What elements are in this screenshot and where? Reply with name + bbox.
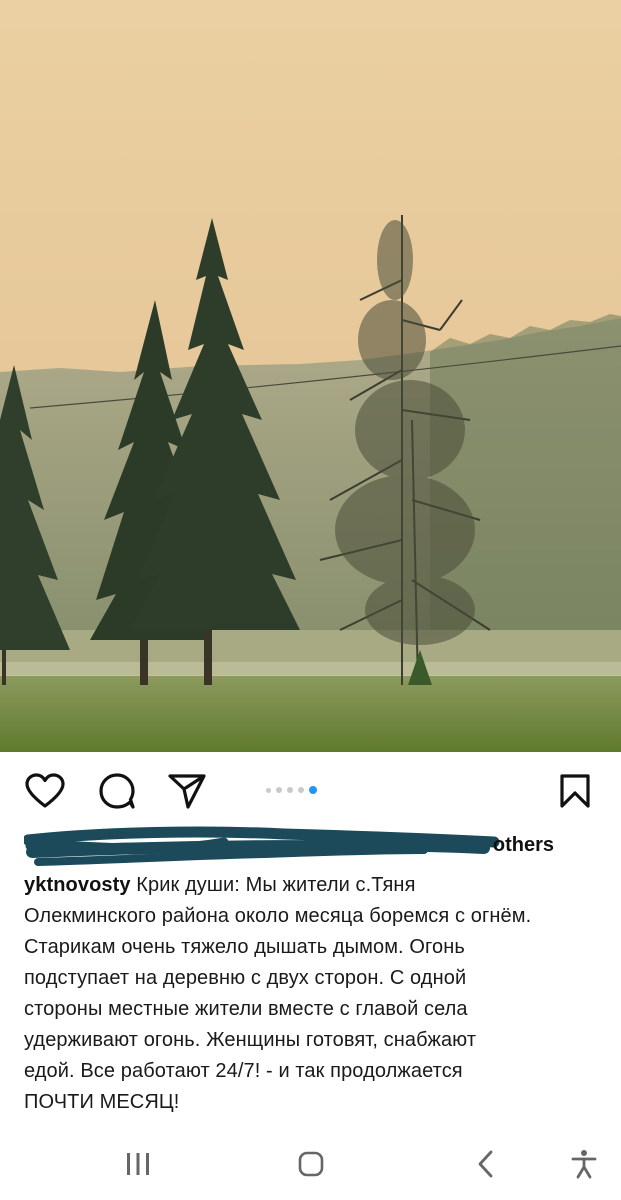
redaction-scribble	[24, 826, 500, 866]
caption-line: едой. Все работают 24/7! - и так продолж…	[24, 1060, 463, 1082]
carousel-indicator	[266, 785, 317, 795]
bookmark-icon[interactable]	[554, 770, 596, 812]
caption-line: yktnovosty Крик души: Мы жители с.Тяня	[24, 870, 608, 901]
comment-bubble-icon[interactable]	[96, 770, 138, 812]
post-action-bar	[0, 760, 621, 818]
carousel-dot	[298, 787, 304, 793]
caption-line: стороны местные жители вместе с главой с…	[24, 998, 468, 1020]
caption-username[interactable]: yktnovosty	[24, 874, 131, 896]
likes-others-label: others	[492, 834, 554, 856]
recent-apps-icon[interactable]	[118, 1144, 158, 1184]
caption-line: Старикам очень тяжело дышать дымом. Огон…	[24, 936, 465, 958]
accessibility-icon[interactable]	[564, 1144, 604, 1184]
carousel-dot-active	[309, 786, 317, 794]
system-navigation-bar	[0, 1128, 621, 1200]
carousel-dot	[276, 787, 282, 793]
caption-text: Крик души: Мы жители с.Тяня	[136, 874, 416, 896]
home-icon[interactable]	[291, 1144, 331, 1184]
caption-line: подступает на деревню с двух сторон. С о…	[24, 967, 467, 989]
post-photo[interactable]	[0, 0, 621, 752]
caption-line: Олекминского района около месяца боремся…	[24, 905, 532, 927]
carousel-dot	[266, 787, 271, 793]
carousel-dot	[287, 787, 293, 793]
heart-icon[interactable]	[24, 770, 66, 812]
post-caption: yktnovosty Крик души: Мы жители с.Тяня О…	[24, 870, 608, 1118]
caption-line: ПОЧТИ МЕСЯЦ!	[24, 1091, 180, 1113]
smoky-forest-photo	[0, 0, 621, 752]
paper-plane-icon[interactable]	[166, 770, 208, 812]
back-chevron-icon[interactable]	[466, 1144, 506, 1184]
caption-line: удерживают огонь. Женщины готовят, снабж…	[24, 1029, 477, 1051]
likes-summary[interactable]: others	[24, 826, 604, 868]
